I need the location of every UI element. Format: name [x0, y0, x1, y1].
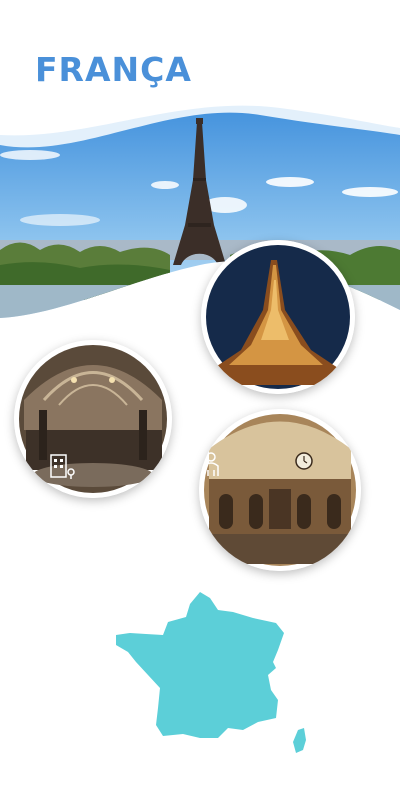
france-map-shape	[116, 592, 306, 753]
station-hall-interior-photo	[14, 340, 172, 498]
person-icon	[203, 452, 219, 476]
building-location-icon	[50, 454, 75, 479]
page-title: FRANÇA	[35, 50, 192, 89]
station-hall-clock-photo	[199, 409, 361, 571]
eiffel-tower-night-photo	[201, 240, 355, 394]
